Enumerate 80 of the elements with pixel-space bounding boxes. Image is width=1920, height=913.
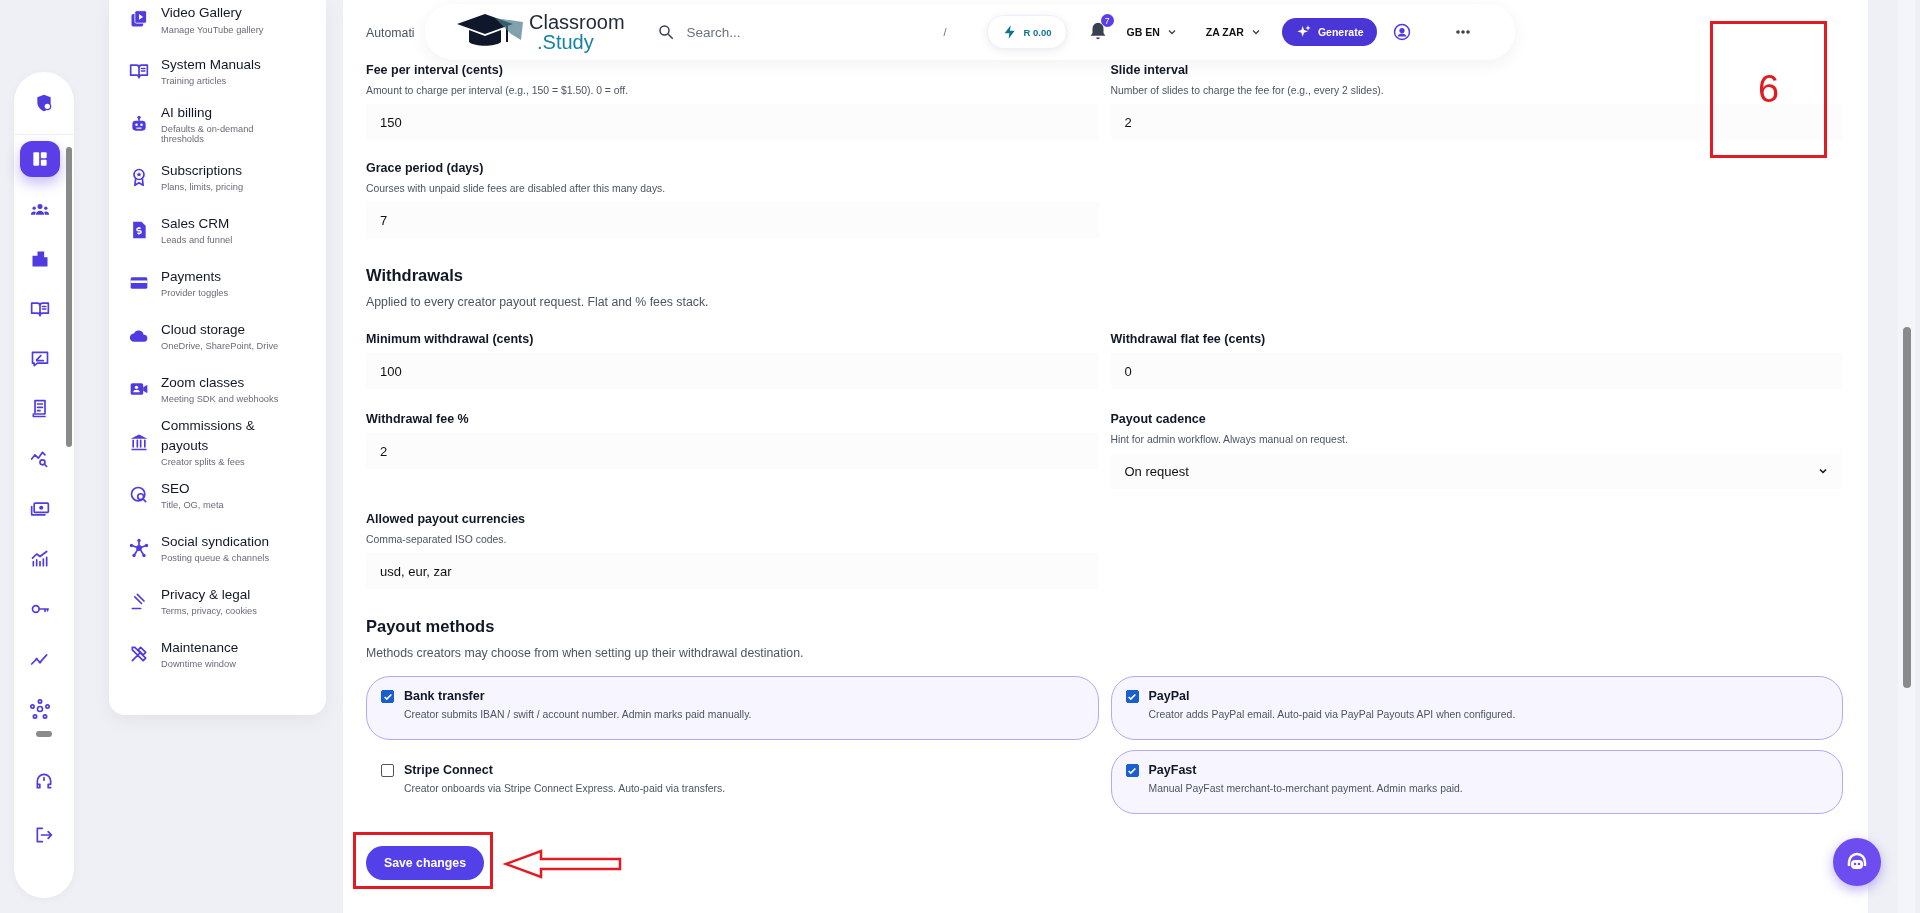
- more-icon[interactable]: [1455, 29, 1471, 35]
- section-title: Payout methods: [366, 617, 496, 636]
- checkbox[interactable]: [1125, 764, 1139, 777]
- field-label: Payout cadence: [1110, 411, 1206, 427]
- field-hint: Number of slides to charge the fee for (e.g., every 2 slides).: [1110, 84, 1384, 98]
- logout-icon: [34, 825, 54, 845]
- sidebar-item[interactable]: Video Gallery Manage YouTube gallery: [129, 0, 312, 44]
- sidebar-item[interactable]: AI billing Defaults & on-demand thresholds: [129, 97, 312, 150]
- credit-balance-button[interactable]: R 0.00: [986, 15, 1067, 49]
- checkbox[interactable]: [1125, 690, 1139, 703]
- step-number: 6: [1710, 21, 1827, 158]
- scrollbar-thumb[interactable]: [36, 731, 52, 737]
- network-icon: [30, 699, 50, 719]
- field-label: Minimum withdrawal (cents): [366, 331, 534, 347]
- section-title: Withdrawals: [366, 266, 465, 285]
- user-icon[interactable]: [1393, 23, 1412, 41]
- payout-method-option[interactable]: PayFast Manual PayFast merchant-to-merchant payment. Admin marks paid.: [1110, 750, 1843, 814]
- field-label: Grace period (days): [366, 160, 484, 176]
- currency-selector[interactable]: ZA ZAR: [1205, 26, 1262, 38]
- sidebar-item[interactable]: Subscriptions Plans, limits, pricing: [129, 150, 312, 203]
- chart-search-icon: [30, 449, 50, 469]
- sidebar-item[interactable]: Privacy & legal Terms, privacy, cookies: [129, 574, 312, 627]
- payout-method-option[interactable]: Bank transfer Creator submits IBAN / swift / account number. Admin marks paid manually.: [366, 676, 1099, 740]
- sidebar-item[interactable]: System Manuals Training articles: [129, 44, 312, 97]
- generate-button[interactable]: Generate: [1281, 18, 1378, 46]
- option-title: Stripe Connect: [404, 763, 494, 777]
- robot-icon: [129, 113, 149, 134]
- book-icon: [30, 299, 50, 319]
- support-chat-button[interactable]: [1833, 838, 1881, 886]
- option-title: PayFast: [1148, 763, 1198, 777]
- sidebar-item[interactable]: Commissions & payouts Creator splits & fees: [129, 415, 312, 468]
- video-icon: [129, 9, 149, 29]
- logo-text: Classroom: [529, 12, 625, 32]
- language-selector[interactable]: GB EN: [1126, 26, 1178, 38]
- field-label: Withdrawal flat fee (cents): [1110, 331, 1266, 347]
- dashboard-icon: [30, 149, 50, 169]
- field-label: Fee per interval (cents): [366, 62, 503, 78]
- field-label: Slide interval: [1110, 62, 1189, 78]
- field-hint: Comma-separated ISO codes.: [366, 533, 507, 547]
- option-title: Bank transfer: [404, 689, 486, 703]
- whiteboard-icon: [30, 349, 50, 369]
- field-label: Allowed payout currencies: [366, 511, 526, 527]
- tools-icon: [129, 643, 149, 664]
- field-hint: Hint for admin workflow. Always manual on request.: [1110, 433, 1348, 447]
- search-icon: [656, 23, 675, 41]
- sidebar-item[interactable]: Sales CRM Leads and funnel: [129, 203, 312, 256]
- scrollbar[interactable]: [1898, 0, 1915, 913]
- search-field[interactable]: Search...: [684, 23, 905, 41]
- sidebar-item[interactable]: Social syndication Posting queue & channels: [129, 521, 312, 574]
- money-icon: [30, 499, 50, 519]
- logo-text: .Study: [537, 32, 595, 52]
- nav-button[interactable]: [20, 141, 60, 177]
- sidebar-item[interactable]: Maintenance Downtime window: [129, 627, 312, 680]
- option-description: Creator onboards via Stripe Connect Express. Auto-paid via transfers.: [404, 783, 726, 794]
- network-icon: [129, 537, 149, 558]
- bar-chart-icon: [30, 549, 50, 569]
- seo-icon: [129, 484, 149, 505]
- option-description: Manual PayFast merchant-to-merchant payment. Admin marks paid.: [1148, 783, 1463, 794]
- checkbox[interactable]: [381, 764, 394, 777]
- shield-icon: [34, 93, 54, 113]
- save-button[interactable]: Save changes: [366, 846, 484, 880]
- sidebar-item[interactable]: SEO Title, OG, meta: [129, 468, 312, 521]
- scrollbar-thumb[interactable]: [66, 147, 72, 447]
- notification-count: 7: [1100, 14, 1114, 27]
- payout-method-option[interactable]: PayPal Creator adds PayPal email. Auto-paid via PayPal Payouts API when configured.: [1110, 676, 1843, 740]
- sidebar-item[interactable]: Payments Provider toggles: [129, 256, 312, 309]
- field-hint: Amount to charge per interval (e.g., 150 = $1.50). 0 = off.: [366, 84, 629, 98]
- sidebar-item[interactable]: Cloud storage OneDrive, SharePoint, Drive: [129, 309, 312, 362]
- field-hint: Courses with unpaid slide fees are disabled after this many days.: [366, 182, 666, 196]
- option-description: Creator submits IBAN / swift / account number. Admin marks paid manually.: [404, 709, 752, 720]
- option-title: PayPal: [1148, 689, 1191, 703]
- section-description: Applied to every creator payout request. Flat and % fees stack.: [366, 295, 710, 309]
- section-description: Automati: [366, 26, 415, 40]
- field-label: Withdrawal fee %: [366, 411, 469, 427]
- headset-icon: [34, 771, 54, 791]
- option-description: Creator adds PayPal email. Auto-paid via PayPal Payouts API when configured.: [1148, 709, 1516, 720]
- checkbox[interactable]: [381, 690, 394, 703]
- section-description: Methods creators may choose from when setting up their withdrawal destination.: [366, 646, 805, 660]
- sidebar-item[interactable]: Zoom classes Meeting SDK and webhooks: [129, 362, 312, 415]
- shortcut-hint: /: [943, 26, 947, 38]
